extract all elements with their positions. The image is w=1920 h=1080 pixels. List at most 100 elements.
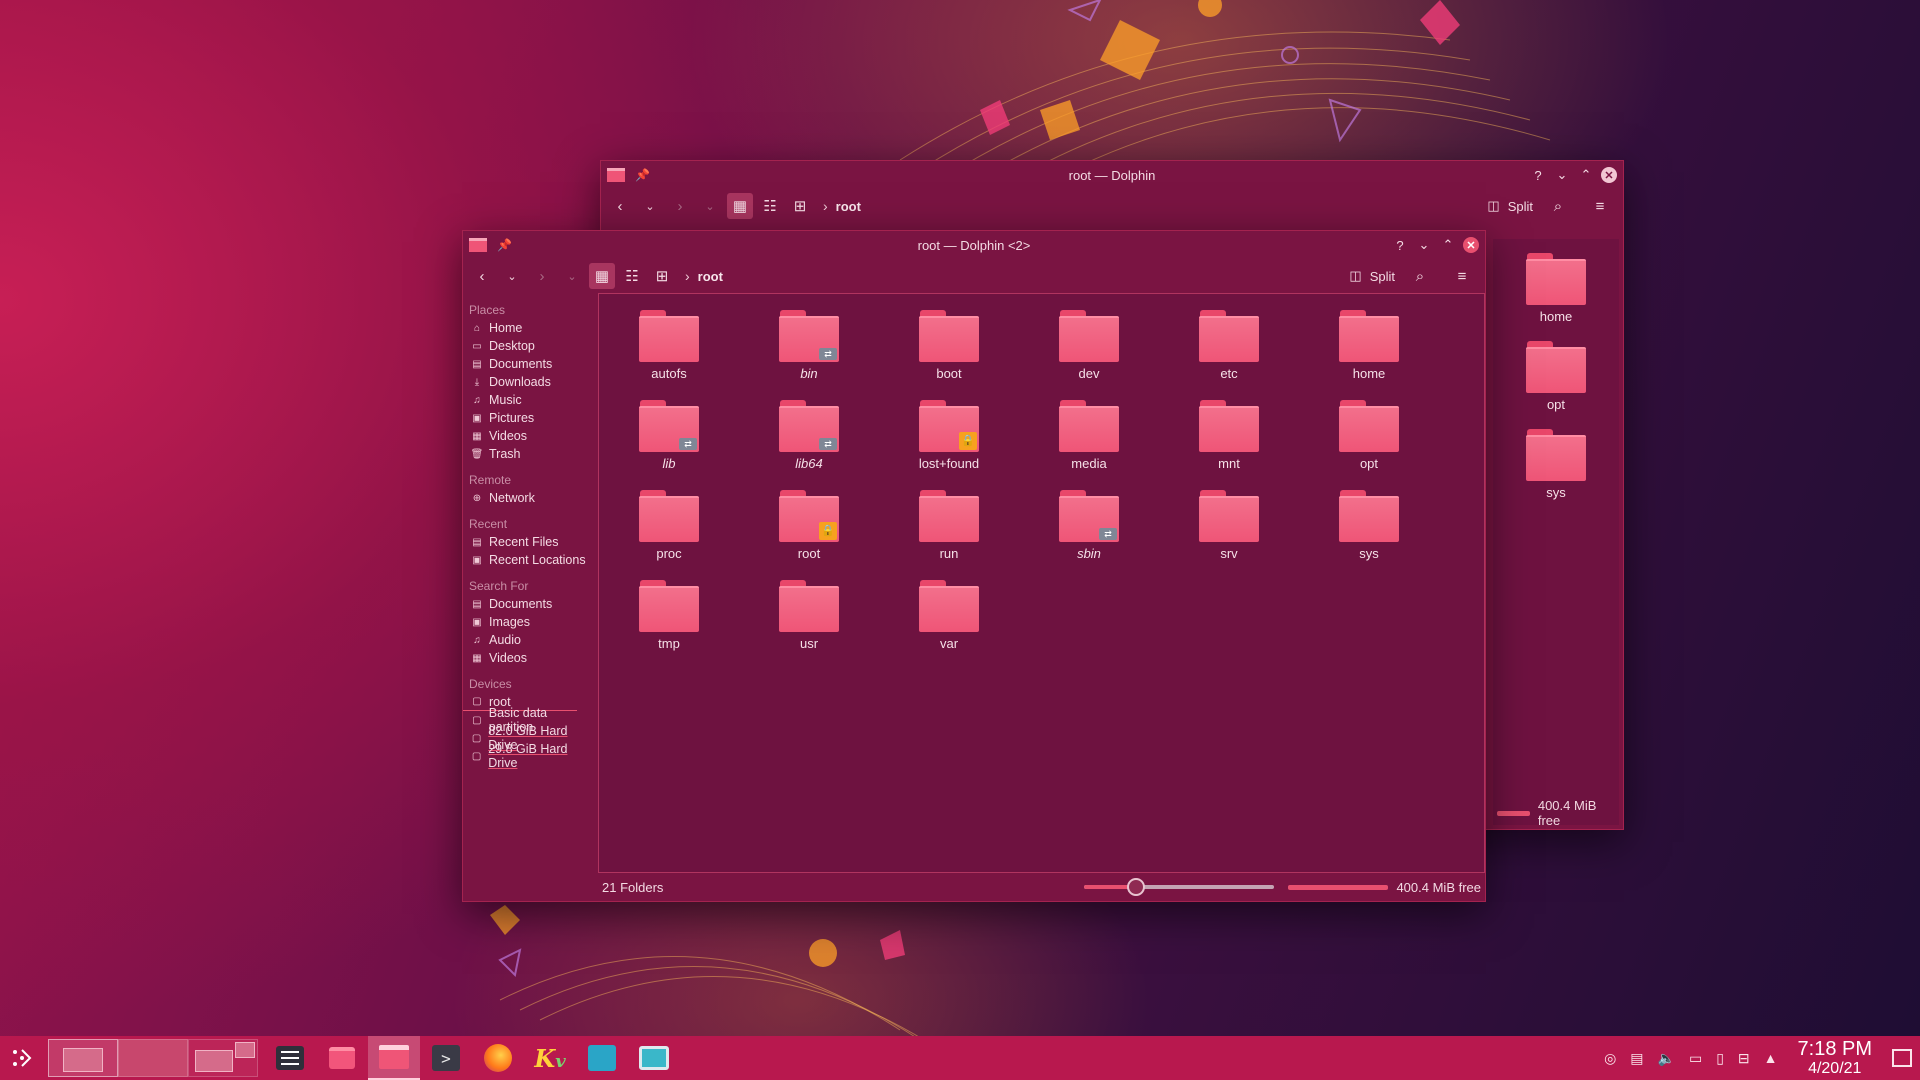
screenshot-icon[interactable]	[628, 1036, 680, 1080]
sidebar-item-trash[interactable]: 🗑 Trash	[463, 445, 593, 463]
sidebar-item-downloads[interactable]: ⤓ Downloads	[463, 373, 593, 391]
breadcrumb-root[interactable]: root	[836, 199, 861, 214]
digital-clock[interactable]: 7:18 PM 4/20/21	[1798, 1039, 1872, 1077]
sidebar-item-documents[interactable]: ▤ Documents	[463, 595, 593, 613]
folder-item[interactable]: 🔒 lost+found	[879, 400, 1019, 474]
folder-item[interactable]: home	[1299, 310, 1439, 384]
folder-item[interactable]: sys	[1299, 490, 1439, 564]
sidebar-item-desktop[interactable]: ▭ Desktop	[463, 337, 593, 355]
folder-item[interactable]: tmp	[599, 580, 739, 654]
expand-tray-icon[interactable]: ▲	[1764, 1050, 1778, 1066]
folder-item[interactable]: 🔒 root	[739, 490, 879, 564]
back-main-area[interactable]: home opt sys 400.4 MiB free	[1493, 239, 1619, 828]
folder-item[interactable]: srv	[1159, 490, 1299, 564]
dolphin-icon[interactable]	[368, 1036, 420, 1080]
split-button[interactable]: ◫ Split	[1487, 198, 1533, 214]
folder-item[interactable]: opt	[1299, 400, 1439, 474]
sidebar-item-audio[interactable]: ♫ Audio	[463, 631, 593, 649]
zoom-slider[interactable]	[1084, 878, 1275, 896]
titlebar[interactable]: 📌 root — Dolphin ? ⌄ ⌃ ✕	[601, 161, 1623, 189]
kate-icon[interactable]	[576, 1036, 628, 1080]
system-settings-icon[interactable]	[264, 1036, 316, 1080]
sidebar-item-home[interactable]: ⌂ Home	[463, 319, 593, 337]
back-button[interactable]: ‹	[469, 263, 495, 289]
minimize-button[interactable]: ⌄	[1553, 166, 1571, 184]
titlebar[interactable]: 📌 root — Dolphin <2> ? ⌄ ⌃ ✕	[463, 231, 1485, 259]
folder-item[interactable]: usr	[739, 580, 879, 654]
back-history-button[interactable]: ⌄	[499, 263, 525, 289]
folder-item[interactable]: sys	[1526, 429, 1586, 503]
file-view[interactable]: autofs ⇄ bin boot dev etc home ⇄ lib ⇄ lib64 🔒 lost+…	[598, 293, 1485, 873]
volume-icon[interactable]: 🔈	[1658, 1050, 1675, 1067]
sidebar-item-images[interactable]: ▣ Images	[463, 613, 593, 631]
discover-icon[interactable]	[316, 1036, 368, 1080]
folder-item[interactable]: etc	[1159, 310, 1299, 384]
sidebar-item-documents[interactable]: ▤ Documents	[463, 355, 593, 373]
pin-icon[interactable]: 📌	[635, 168, 650, 182]
sidebar-item-network[interactable]: ⊕ Network	[463, 489, 593, 507]
search-icon[interactable]: ⌕	[1407, 263, 1433, 289]
hamburger-menu-icon[interactable]: ≡	[1587, 193, 1613, 219]
maximize-button[interactable]: ⌃	[1439, 236, 1457, 254]
icons-view-icon[interactable]: ▦	[727, 193, 753, 219]
battery-icon[interactable]: ▯	[1716, 1050, 1724, 1067]
show-desktop-icon[interactable]	[1892, 1049, 1912, 1067]
compact-view-icon[interactable]: ☷	[757, 193, 783, 219]
folder-item[interactable]: var	[879, 580, 1019, 654]
vault-icon[interactable]: ◎	[1604, 1050, 1616, 1067]
help-button[interactable]: ?	[1391, 236, 1409, 254]
folder-item[interactable]: home	[1526, 253, 1586, 327]
split-button[interactable]: ◫ Split	[1349, 268, 1395, 284]
close-button[interactable]: ✕	[1601, 167, 1617, 183]
folder-item[interactable]: opt	[1526, 341, 1586, 415]
folder-item[interactable]: media	[1019, 400, 1159, 474]
desktop-1[interactable]	[48, 1039, 118, 1077]
help-button[interactable]: ?	[1529, 166, 1547, 184]
forward-history-button[interactable]: ⌄	[697, 193, 723, 219]
zoom-slider-handle[interactable]	[1126, 878, 1145, 896]
sidebar-item-videos[interactable]: ▦ Videos	[463, 649, 593, 667]
forward-button[interactable]: ›	[529, 263, 555, 289]
sidebar-item-recent-files[interactable]: ▤ Recent Files	[463, 533, 593, 551]
folder-item[interactable]: ⇄ lib	[599, 400, 739, 474]
forward-button[interactable]: ›	[667, 193, 693, 219]
maximize-button[interactable]: ⌃	[1577, 166, 1595, 184]
virtual-desktop-pager[interactable]	[48, 1038, 258, 1078]
compact-view-icon[interactable]: ☷	[619, 263, 645, 289]
details-view-icon[interactable]: ⊞	[787, 193, 813, 219]
konsole-icon[interactable]: >	[420, 1036, 472, 1080]
details-view-icon[interactable]: ⊞	[649, 263, 675, 289]
back-button[interactable]: ‹	[607, 193, 633, 219]
sidebar-item-29-8-gib-hard-drive[interactable]: ▢ 29.8 GiB Hard Drive	[463, 742, 593, 770]
minimize-button[interactable]: ⌄	[1415, 236, 1433, 254]
app-launcher-icon[interactable]	[0, 1036, 44, 1080]
folder-item[interactable]: ⇄ bin	[739, 310, 879, 384]
network-icon[interactable]: ⊟	[1738, 1050, 1750, 1067]
breadcrumb-root[interactable]: root	[698, 269, 723, 284]
desktop-3[interactable]	[188, 1039, 258, 1077]
firefox-icon[interactable]	[472, 1036, 524, 1080]
display-icon[interactable]: ▭	[1689, 1050, 1702, 1067]
folder-item[interactable]: ⇄ sbin	[1019, 490, 1159, 564]
desktop-2[interactable]	[118, 1039, 188, 1077]
close-button[interactable]: ✕	[1463, 237, 1479, 253]
search-icon[interactable]: ⌕	[1545, 193, 1571, 219]
icons-view-icon[interactable]: ▦	[589, 263, 615, 289]
sidebar-item-pictures[interactable]: ▣ Pictures	[463, 409, 593, 427]
dolphin-window-front[interactable]: 📌 root — Dolphin <2> ? ⌄ ⌃ ✕ ‹ ⌄ › ⌄ ▦ ☷…	[462, 230, 1486, 902]
folder-item[interactable]: run	[879, 490, 1019, 564]
sidebar-item-recent-locations[interactable]: ▣ Recent Locations	[463, 551, 593, 569]
kvantum-icon[interactable]: Kv	[524, 1036, 576, 1080]
sidebar-item-music[interactable]: ♫ Music	[463, 391, 593, 409]
pin-icon[interactable]: 📌	[497, 238, 512, 252]
forward-history-button[interactable]: ⌄	[559, 263, 585, 289]
sidebar-item-videos[interactable]: ▦ Videos	[463, 427, 593, 445]
back-history-button[interactable]: ⌄	[637, 193, 663, 219]
folder-item[interactable]: proc	[599, 490, 739, 564]
folder-item[interactable]: autofs	[599, 310, 739, 384]
folder-item[interactable]: ⇄ lib64	[739, 400, 879, 474]
folder-item[interactable]: dev	[1019, 310, 1159, 384]
hamburger-menu-icon[interactable]: ≡	[1449, 263, 1475, 289]
folder-item[interactable]: boot	[879, 310, 1019, 384]
folder-item[interactable]: mnt	[1159, 400, 1299, 474]
